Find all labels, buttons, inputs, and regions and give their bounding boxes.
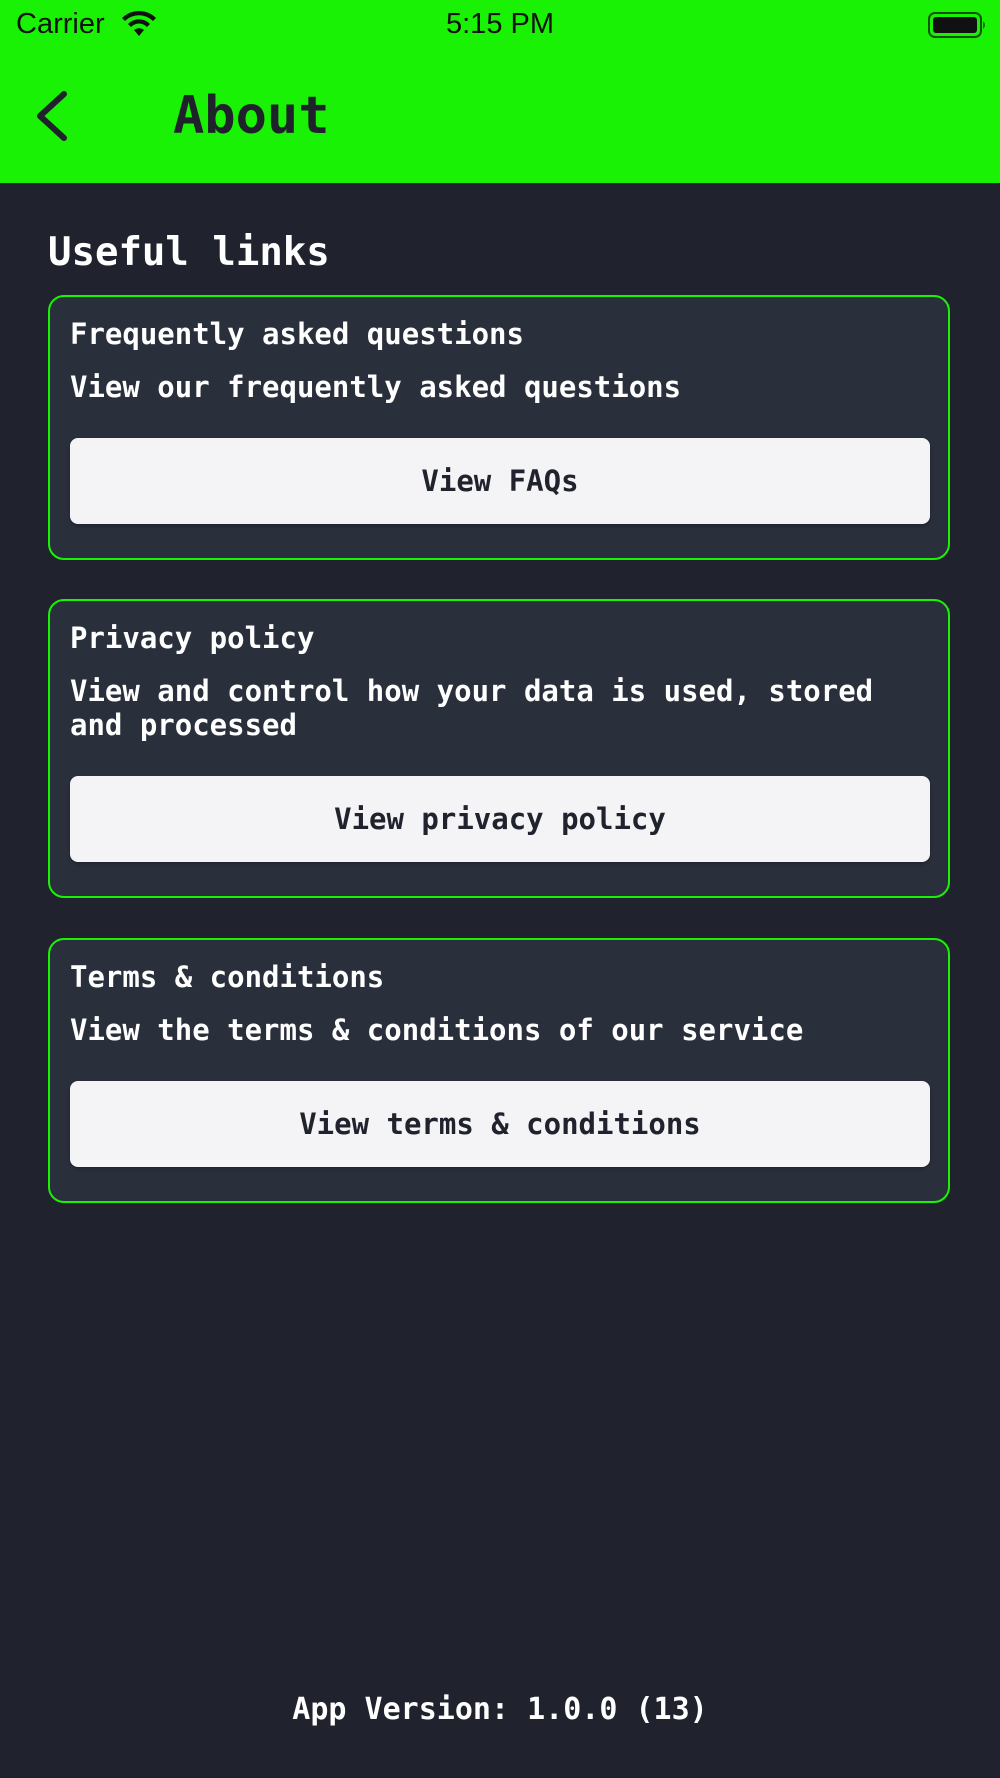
- terms-card: Terms & conditions View the terms & cond…: [48, 938, 950, 1203]
- status-bar: Carrier 5:15 PM: [0, 0, 1000, 52]
- terms-card-description: View the terms & conditions of our servi…: [70, 1013, 804, 1047]
- chevron-left-icon: [37, 91, 67, 141]
- status-time: 5:15 PM: [446, 8, 554, 40]
- terms-card-title: Terms & conditions: [70, 960, 385, 994]
- privacy-policy-card-description: View and control how your data is used, …: [70, 674, 874, 742]
- faq-card-description: View our frequently asked questions: [70, 370, 682, 404]
- view-faqs-button[interactable]: View FAQs: [70, 438, 930, 524]
- app-version-label: App Version: 1.0.0 (13): [292, 1692, 708, 1727]
- back-button[interactable]: [28, 86, 84, 146]
- page-title: About: [173, 86, 330, 146]
- battery-icon: [928, 12, 985, 38]
- faq-card: Frequently asked questions View our freq…: [48, 295, 950, 560]
- app-header: Carrier 5:15 PM About: [0, 0, 1000, 183]
- useful-links-heading: Useful links: [48, 230, 330, 275]
- view-privacy-policy-button[interactable]: View privacy policy: [70, 776, 930, 862]
- faq-card-title: Frequently asked questions: [70, 317, 524, 351]
- view-terms-button[interactable]: View terms & conditions: [70, 1081, 930, 1167]
- privacy-policy-card-title: Privacy policy: [70, 621, 315, 655]
- privacy-policy-card: Privacy policy View and control how your…: [48, 599, 950, 898]
